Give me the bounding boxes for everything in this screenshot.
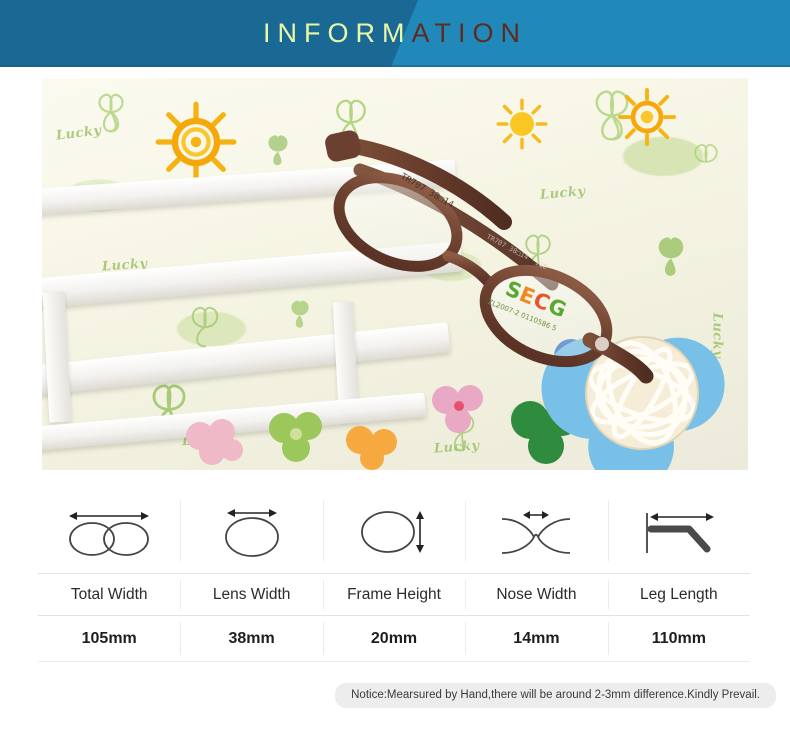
spec-value-total-width: 105mm <box>81 629 137 647</box>
frame-height-icon <box>346 501 442 561</box>
sun-icon <box>154 100 238 184</box>
spec-labels-row: Total Width Lens Width Frame Height Nose… <box>38 573 750 616</box>
spec-icons-row <box>38 489 750 573</box>
spec-label-lens-width: Lens Width <box>180 574 322 615</box>
spec-value-nose-width: 14mm <box>465 616 607 661</box>
spec-label-frame-height: Frame Height <box>322 574 465 615</box>
specification-table: Total Width Lens Width Frame Height Nose… <box>38 489 750 662</box>
spec-value-lens-width: 38mm <box>180 616 322 661</box>
spec-cell-lens-width-icon <box>180 489 322 573</box>
information-page: INFORM ATION Lucky Lucky Lucky Lucky Luc… <box>0 0 790 747</box>
spec-cell-nose-width-icon <box>465 489 607 573</box>
spec-cell-total-width-icon <box>38 489 180 573</box>
lens-width-icon <box>204 501 300 561</box>
page-title: INFORM ATION <box>0 0 790 67</box>
leg-length-icon <box>631 501 727 561</box>
wooden-toy-flower-pink <box>182 416 246 468</box>
page-title-part-b: ATION <box>411 18 527 48</box>
spec-label-total-width: Total Width <box>70 585 148 603</box>
spec-label-nose-width: Nose Width <box>465 574 607 615</box>
spec-value-leg-length: 110mm <box>607 616 750 661</box>
spec-value-frame-height: 20mm <box>322 616 465 661</box>
spec-values-row: 105mm 38mm 20mm 14mm 110mm <box>38 616 750 662</box>
eyeglasses-product: S E C G ZL2007-2 0110586 5 TR707 38□14 T… <box>290 126 730 426</box>
spec-cell-leg-length-icon <box>607 489 750 573</box>
spec-cell-frame-height-icon <box>322 489 465 573</box>
notice-bar: Notice:Mearsured by Hand,there will be a… <box>0 683 790 708</box>
wooden-toy-flower-orange <box>342 422 404 470</box>
measurement-notice: Notice:Mearsured by Hand,there will be a… <box>335 683 776 708</box>
total-width-icon <box>61 501 157 561</box>
product-photo: Lucky Lucky Lucky Lucky Lucky Lucky <box>42 78 748 470</box>
spec-label-leg-length: Leg Length <box>607 574 750 615</box>
information-banner: INFORM ATION <box>0 0 790 67</box>
page-title-part-a: INFORM <box>263 18 412 48</box>
nose-width-icon <box>488 501 584 561</box>
